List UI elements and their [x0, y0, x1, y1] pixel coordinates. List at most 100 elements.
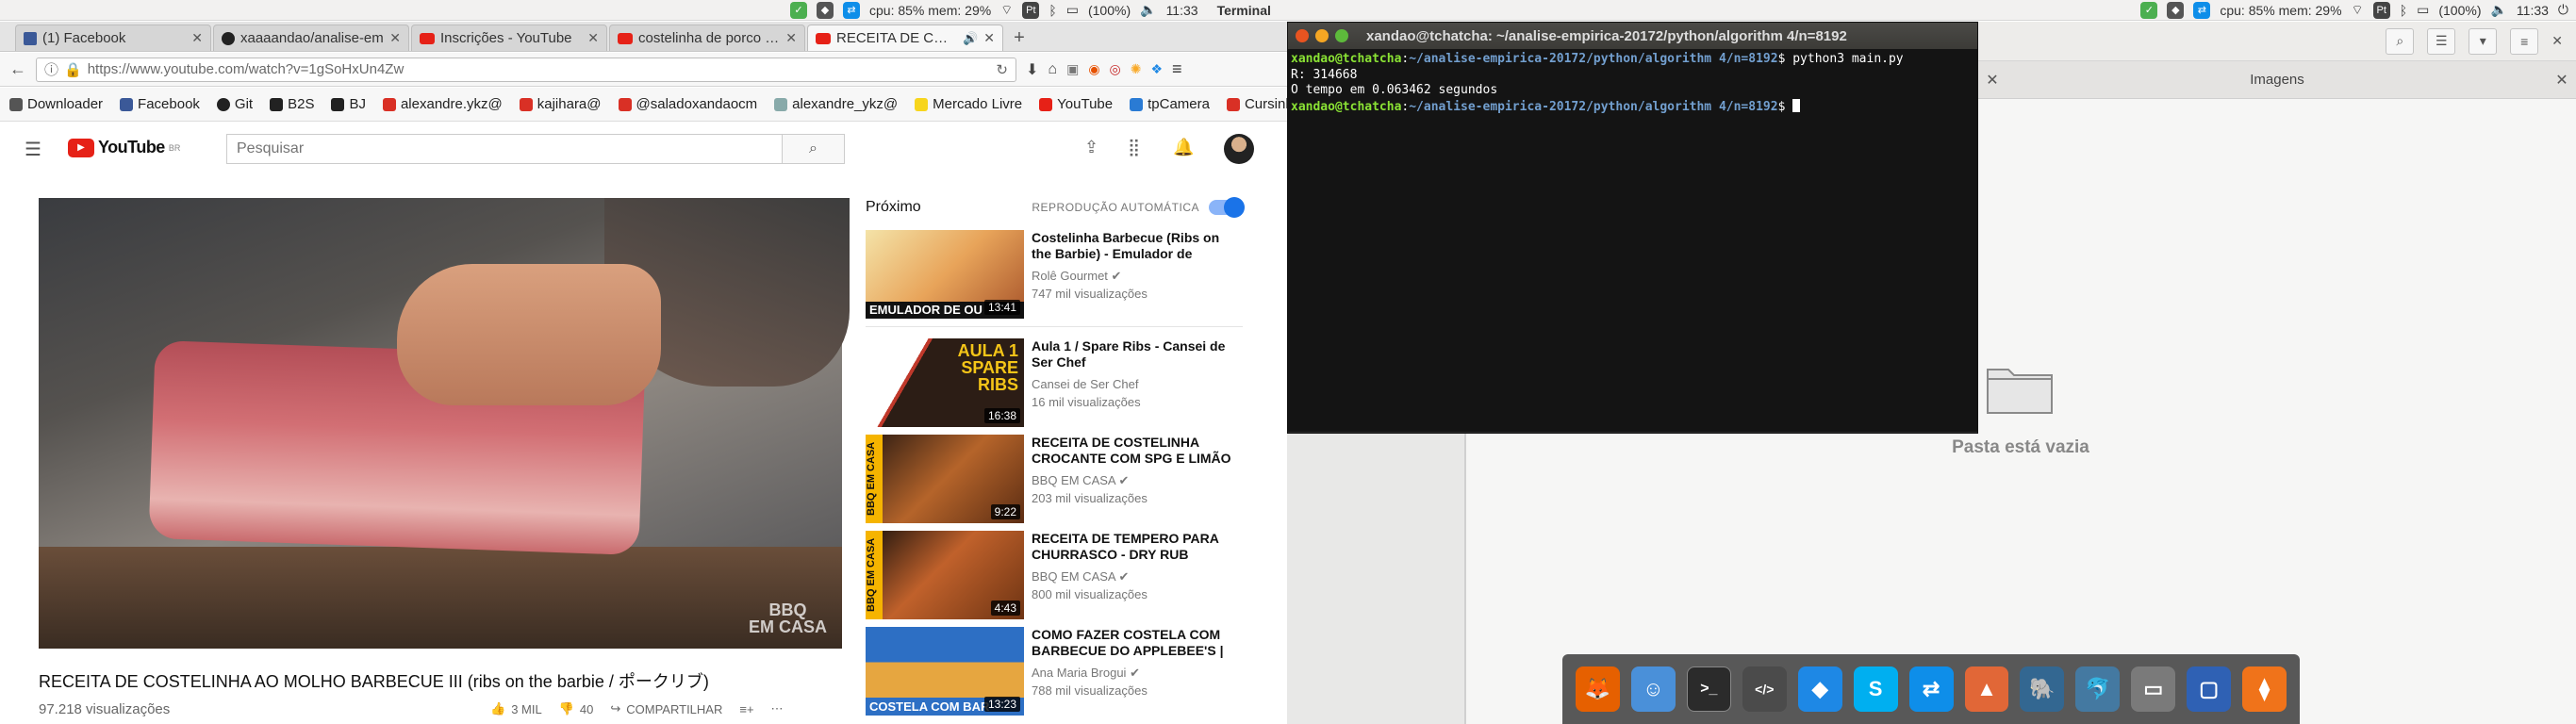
- terminal-output[interactable]: xandao@tchatcha:~/analise-empirica-20172…: [1288, 49, 1977, 432]
- close-icon[interactable]: ✕: [389, 30, 401, 46]
- bookmark-item[interactable]: B2S: [270, 96, 314, 112]
- recommendation-title[interactable]: RECEITA DE TEMPERO PARA CHURRASCO - DRY …: [1032, 531, 1243, 563]
- search-input[interactable]: [227, 135, 782, 163]
- keyboard-icon[interactable]: Pt: [2372, 1, 2390, 19]
- avatar[interactable]: [1224, 134, 1254, 164]
- extension-icon[interactable]: ▣: [1066, 61, 1079, 77]
- bookmark-item[interactable]: kajihara@: [519, 96, 602, 112]
- info-icon[interactable]: ⓘ: [44, 59, 58, 79]
- bookmark-item[interactable]: Git: [216, 96, 253, 112]
- tab-youtube-subscriptions[interactable]: Inscrições - YouTube ✕: [411, 25, 607, 51]
- video-thumbnail[interactable]: AULA 1 SPARE RIBS 16:38: [866, 338, 1024, 427]
- recommendation-card[interactable]: BBQ EM CASA 4:43 RECEITA DE TEMPERO PARA…: [866, 531, 1243, 627]
- keyboard-icon[interactable]: Pt: [1022, 1, 1040, 19]
- clock[interactable]: 11:33: [2517, 3, 2549, 18]
- notifications-bell-icon[interactable]: 🔔: [1173, 138, 1194, 157]
- bookmark-item[interactable]: tpCamera: [1130, 96, 1210, 112]
- close-window-button[interactable]: [1296, 29, 1309, 42]
- extension-icon[interactable]: ✺: [1131, 61, 1142, 77]
- video-player[interactable]: BBQ EM CASA: [39, 198, 850, 649]
- matlab-icon[interactable]: ▲: [1964, 666, 2009, 712]
- tab-facebook[interactable]: (1) Facebook ✕: [15, 25, 211, 51]
- home-icon[interactable]: ⌂: [1048, 61, 1057, 78]
- bluetooth-icon[interactable]: ᛒ: [1049, 3, 1056, 18]
- bookmark-item[interactable]: Downloader: [9, 96, 103, 112]
- skype-icon[interactable]: S: [1853, 666, 1898, 712]
- bookmark-item[interactable]: Mercado Livre: [915, 96, 1022, 112]
- reload-icon[interactable]: ↻: [996, 61, 1008, 78]
- close-icon[interactable]: ✕: [785, 30, 797, 46]
- more-icon[interactable]: ⋯: [771, 701, 784, 716]
- mysql-icon[interactable]: 🐬: [2075, 666, 2121, 712]
- apps-grid-icon[interactable]: ⣿: [1128, 138, 1140, 157]
- volume-icon[interactable]: 🔈: [2490, 2, 2506, 18]
- speaker-icon[interactable]: 🔊: [963, 31, 978, 46]
- volume-icon[interactable]: 🔈: [1140, 2, 1156, 18]
- search-icon[interactable]: ⌕: [2386, 27, 2415, 55]
- close-tab-icon[interactable]: ✕: [2548, 71, 2576, 90]
- video-thumbnail[interactable]: EMULADOR DE OU 13:41: [866, 230, 1024, 319]
- close-icon[interactable]: ✕: [2551, 33, 2563, 49]
- extension-icon[interactable]: ❖: [1150, 61, 1163, 77]
- dislike-button[interactable]: 👎 40: [559, 701, 594, 716]
- menu-icon[interactable]: ≡: [1172, 59, 1182, 79]
- cpu-mem-indicator[interactable]: cpu: 85% mem: 29%: [869, 3, 991, 18]
- tab-costelinha[interactable]: costelinha de porco ao ✕: [609, 25, 805, 51]
- bookmark-item[interactable]: YouTube: [1039, 96, 1113, 112]
- close-icon[interactable]: ✕: [983, 30, 995, 46]
- bookmark-item[interactable]: @saladoxandaocm: [618, 96, 757, 112]
- download-icon[interactable]: ⬇: [1026, 60, 1038, 79]
- video-thumbnail[interactable]: BBQ EM CASA 4:43: [866, 531, 1024, 619]
- bookmark-item[interactable]: alexandre.ykz@: [382, 96, 503, 112]
- teamviewer-icon[interactable]: ⇄: [843, 1, 860, 19]
- battery-icon[interactable]: ▭: [2417, 2, 2429, 18]
- like-button[interactable]: 👍 3 MIL: [490, 701, 542, 716]
- minimize-window-button[interactable]: [1315, 29, 1329, 42]
- recommendation-title[interactable]: Costelinha Barbecue (Ribs on the Barbie)…: [1032, 230, 1243, 262]
- terminal-icon[interactable]: >_: [1686, 666, 1731, 712]
- dropbox-icon[interactable]: ◆: [817, 1, 834, 19]
- sublime-text-icon[interactable]: </>: [1742, 666, 1787, 712]
- recommendation-title[interactable]: Aula 1 / Spare Ribs - Cansei de Ser Chef: [1032, 338, 1243, 370]
- upload-icon[interactable]: ⇪: [1084, 138, 1098, 157]
- dropbox-icon[interactable]: ◆: [2167, 1, 2185, 19]
- virtualbox-icon[interactable]: ▢: [2187, 666, 2232, 712]
- terminal-window[interactable]: xandao@tchatcha: ~/analise-empirica-2017…: [1287, 22, 1978, 434]
- close-icon[interactable]: ✕: [191, 30, 203, 46]
- ubuntu-software-icon[interactable]: ⧫: [2242, 666, 2287, 712]
- power-icon[interactable]: ⏻: [2558, 2, 2568, 18]
- extension-icon[interactable]: ◉: [1088, 61, 1099, 77]
- tab-github[interactable]: xaaaandao/analise-em ✕: [213, 25, 409, 51]
- video-thumbnail[interactable]: BBQ EM CASA 9:22: [866, 435, 1024, 523]
- clock[interactable]: 11:33: [1166, 3, 1198, 18]
- view-list-icon[interactable]: ☰: [2427, 27, 2456, 55]
- wifi-icon[interactable]: ⌔: [1000, 2, 1013, 19]
- bookmark-item[interactable]: alexandre_ykz@: [774, 96, 898, 112]
- teamviewer-icon[interactable]: ⇄: [2193, 1, 2211, 19]
- video-thumbnail[interactable]: COSTELA COM BAR 13:23: [866, 627, 1024, 716]
- youtube-logo[interactable]: ▶ YouTube BR: [68, 138, 180, 157]
- hamburger-menu-icon[interactable]: ☰: [25, 138, 41, 161]
- firefox-icon[interactable]: 🦊: [1576, 666, 1620, 712]
- autoplay-toggle[interactable]: [1209, 197, 1245, 218]
- recommendation-title[interactable]: RECEITA DE COSTELINHA CROCANTE COM SPG E…: [1032, 435, 1243, 467]
- tab-imagens[interactable]: Imagens: [2006, 72, 2548, 88]
- new-tab-button[interactable]: +: [1005, 25, 1033, 51]
- url-bar[interactable]: ⓘ 🔒 https://www.youtube.com/watch?v=1gSo…: [36, 57, 1016, 82]
- share-button[interactable]: ↪ COMPARTILHAR: [610, 701, 722, 716]
- cpu-mem-indicator[interactable]: cpu: 85% mem: 29%: [2220, 3, 2341, 18]
- tab-receita-active[interactable]: RECEITA DE COSTEL🔊✕: [807, 25, 1003, 51]
- recommendation-card[interactable]: EMULADOR DE OU 13:41 Costelinha Barbecue…: [866, 230, 1243, 326]
- dropbox-icon[interactable]: ◆: [1797, 666, 1842, 712]
- recommendation-card[interactable]: AULA 1 SPARE RIBS 16:38 Aula 1 / Spare R…: [866, 338, 1243, 435]
- update-icon[interactable]: ✓: [790, 1, 807, 19]
- bookmark-item[interactable]: Facebook: [120, 96, 200, 112]
- update-icon[interactable]: ✓: [2140, 1, 2158, 19]
- filezilla-icon[interactable]: ▭: [2131, 666, 2176, 712]
- battery-level[interactable]: (100%): [2438, 3, 2481, 18]
- add-to-playlist-icon[interactable]: ≡+: [739, 702, 753, 716]
- back-icon[interactable]: ←: [9, 59, 26, 79]
- bluetooth-icon[interactable]: ᛒ: [2400, 3, 2407, 18]
- maximize-window-button[interactable]: [1335, 29, 1348, 42]
- battery-level[interactable]: (100%): [1088, 3, 1131, 18]
